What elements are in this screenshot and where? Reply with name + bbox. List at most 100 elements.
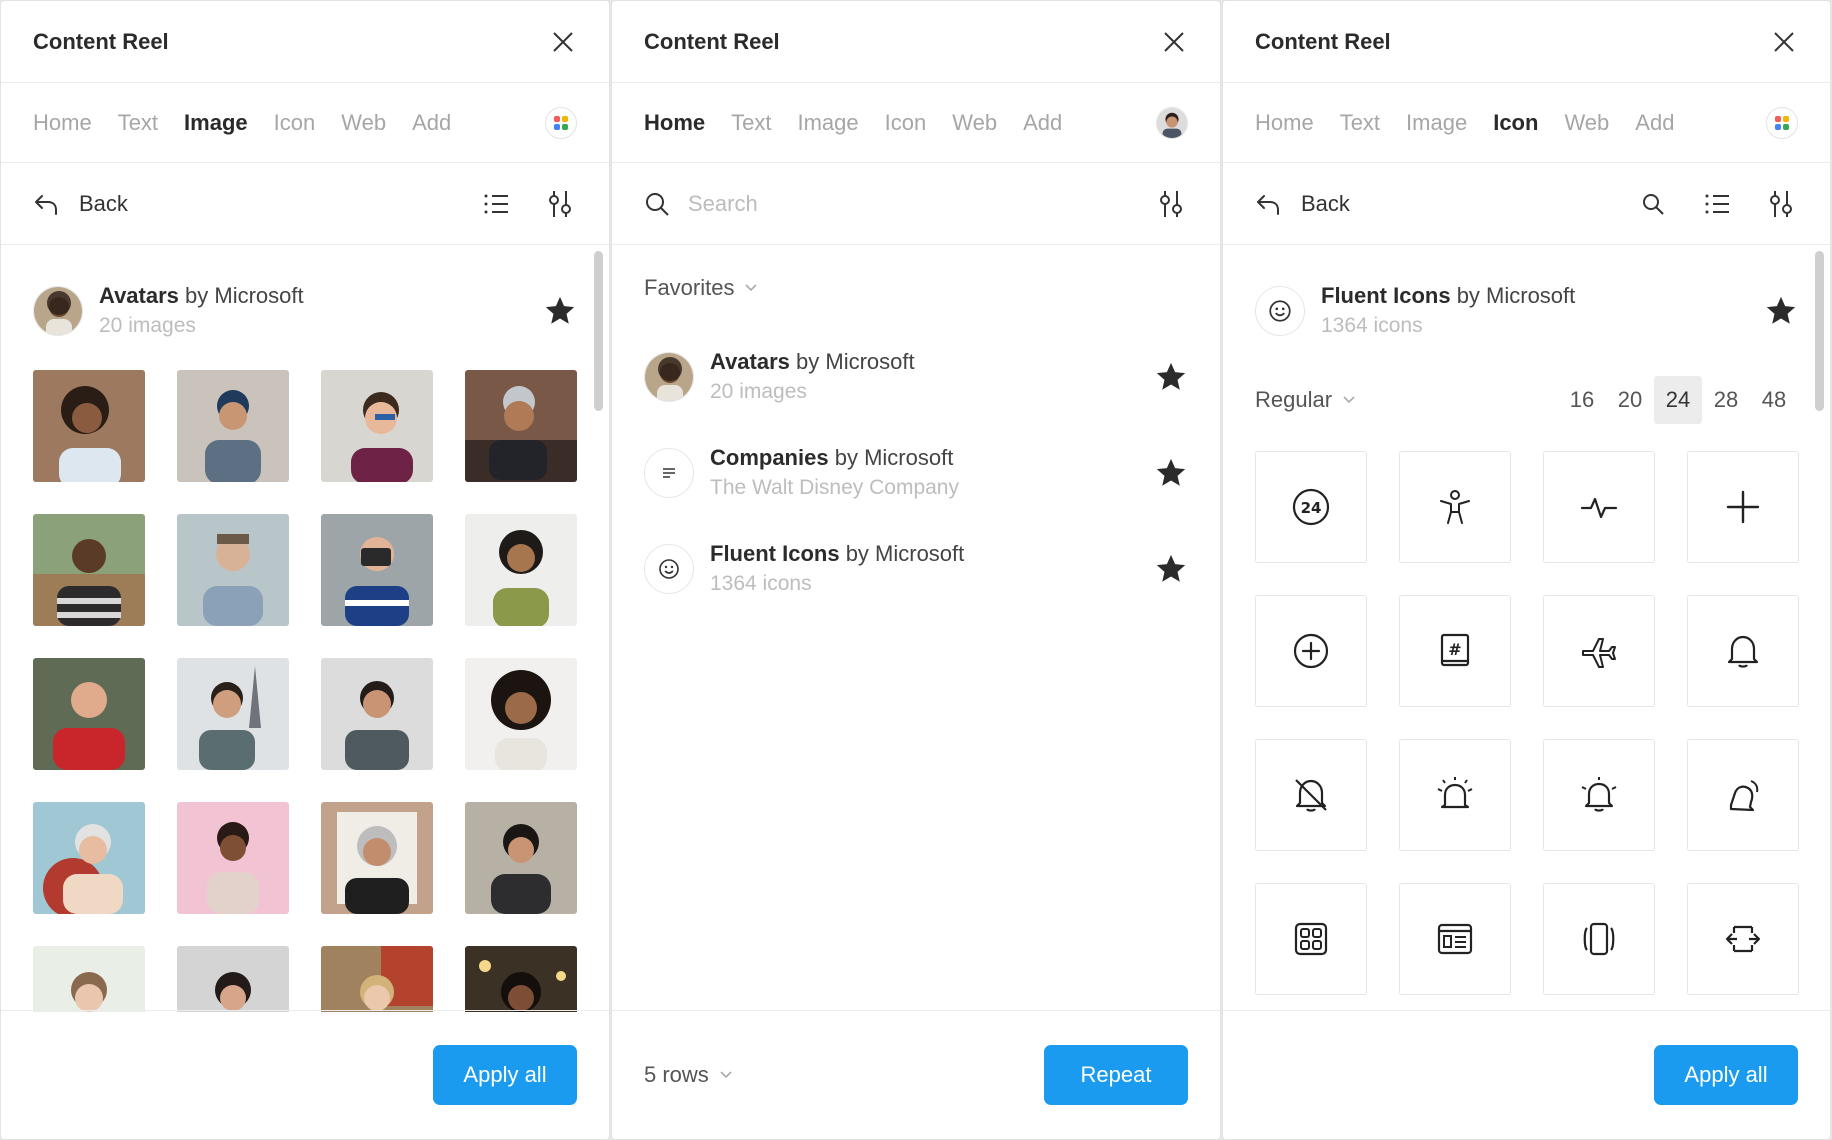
- icon-tile[interactable]: [1399, 451, 1511, 563]
- list-view-icon[interactable]: [1700, 187, 1734, 221]
- image-thumb[interactable]: [33, 946, 145, 1012]
- image-thumb[interactable]: [321, 946, 433, 1012]
- svg-text:24: 24: [1301, 499, 1322, 517]
- tab-web[interactable]: Web: [952, 110, 997, 136]
- favorite-item-companies[interactable]: Companies by Microsoft The Walt Disney C…: [644, 425, 1188, 521]
- tab-web[interactable]: Web: [1564, 110, 1609, 136]
- collection-name: Fluent Icons by Microsoft: [1321, 283, 1576, 308]
- apply-all-button[interactable]: Apply all: [433, 1045, 577, 1105]
- filter-sliders-icon[interactable]: [1764, 187, 1798, 221]
- icon-style-row: Regular 16 20 24 28 48: [1255, 375, 1798, 425]
- favorite-star-icon[interactable]: [1154, 552, 1188, 586]
- icon-style-dropdown[interactable]: Regular: [1255, 387, 1356, 413]
- image-thumb[interactable]: [33, 370, 145, 482]
- image-thumb[interactable]: [33, 514, 145, 626]
- tab-add[interactable]: Add: [1635, 110, 1674, 136]
- size-option-20[interactable]: 20: [1606, 376, 1654, 424]
- image-thumb[interactable]: [177, 802, 289, 914]
- content-reel-screens: Content Reel Home Text Image Icon Web Ad…: [0, 0, 1832, 1140]
- icon-tile[interactable]: [1255, 739, 1367, 851]
- collection-header[interactable]: Fluent Icons by Microsoft 1364 icons: [1255, 281, 1798, 341]
- image-thumb[interactable]: [177, 514, 289, 626]
- image-thumb[interactable]: [177, 946, 289, 1012]
- icon-tile[interactable]: 24: [1255, 451, 1367, 563]
- tab-image[interactable]: Image: [797, 110, 858, 136]
- size-option-16[interactable]: 16: [1558, 376, 1606, 424]
- app-logo-icon[interactable]: [545, 106, 577, 139]
- icon-tile[interactable]: [1399, 883, 1511, 995]
- icon-tile[interactable]: [1399, 739, 1511, 851]
- avatar: [644, 352, 694, 402]
- search-icon[interactable]: [1636, 187, 1670, 221]
- icon-tile[interactable]: [1255, 595, 1367, 707]
- back-button[interactable]: Back: [33, 191, 128, 217]
- image-thumb[interactable]: [465, 514, 577, 626]
- search-input[interactable]: [688, 190, 1068, 217]
- repeat-button[interactable]: Repeat: [1044, 1045, 1188, 1105]
- image-thumb[interactable]: [177, 658, 289, 770]
- close-icon[interactable]: [549, 28, 577, 56]
- image-thumb[interactable]: [465, 658, 577, 770]
- icon-tile[interactable]: #: [1399, 595, 1511, 707]
- image-thumb[interactable]: [33, 802, 145, 914]
- icon-tile[interactable]: [1255, 883, 1367, 995]
- tab-home[interactable]: Home: [1255, 110, 1314, 136]
- favorite-star-icon[interactable]: [1154, 360, 1188, 394]
- image-thumb[interactable]: [177, 370, 289, 482]
- favorite-star-icon[interactable]: [1764, 294, 1798, 328]
- tab-text[interactable]: Text: [1340, 110, 1380, 136]
- icon-tile[interactable]: [1543, 883, 1655, 995]
- icon-tile[interactable]: [1687, 595, 1799, 707]
- icon-tile[interactable]: [1543, 739, 1655, 851]
- image-thumb[interactable]: [465, 946, 577, 1012]
- tab-image[interactable]: Image: [184, 110, 248, 136]
- back-button[interactable]: Back: [1255, 191, 1350, 217]
- image-thumb[interactable]: [465, 370, 577, 482]
- image-thumb[interactable]: [321, 802, 433, 914]
- list-view-icon[interactable]: [479, 187, 513, 221]
- favorite-star-icon[interactable]: [1154, 456, 1188, 490]
- image-thumb[interactable]: [33, 658, 145, 770]
- size-option-24[interactable]: 24: [1654, 376, 1702, 424]
- tab-home[interactable]: Home: [644, 110, 705, 136]
- tab-icon[interactable]: Icon: [274, 110, 316, 136]
- icon-size-selector: 16 20 24 28 48: [1558, 376, 1798, 424]
- size-option-28[interactable]: 28: [1702, 376, 1750, 424]
- icon-tile[interactable]: [1543, 595, 1655, 707]
- image-thumb[interactable]: [321, 658, 433, 770]
- icon-tile[interactable]: [1687, 883, 1799, 995]
- image-thumb[interactable]: [321, 514, 433, 626]
- scrollbar[interactable]: [594, 251, 603, 411]
- favorite-star-icon[interactable]: [543, 294, 577, 328]
- tab-add[interactable]: Add: [412, 110, 451, 136]
- tab-icon[interactable]: Icon: [885, 110, 927, 136]
- favorite-item-avatars[interactable]: Avatars by Microsoft 20 images: [644, 329, 1188, 425]
- icon-tile[interactable]: [1687, 739, 1799, 851]
- filter-sliders-icon[interactable]: [543, 187, 577, 221]
- album-hashtag-icon: #: [1440, 633, 1470, 667]
- icon-tile[interactable]: [1687, 451, 1799, 563]
- app-logo-icon[interactable]: [1766, 106, 1798, 139]
- size-option-48[interactable]: 48: [1750, 376, 1798, 424]
- collection-header[interactable]: Avatars by Microsoft 20 images: [33, 281, 577, 341]
- tab-text[interactable]: Text: [118, 110, 158, 136]
- tab-icon[interactable]: Icon: [1493, 110, 1538, 136]
- close-icon[interactable]: [1770, 28, 1798, 56]
- user-avatar[interactable]: [1156, 106, 1188, 139]
- tab-web[interactable]: Web: [341, 110, 386, 136]
- filter-sliders-icon[interactable]: [1154, 187, 1188, 221]
- close-icon[interactable]: [1160, 28, 1188, 56]
- rows-dropdown[interactable]: 5 rows: [644, 1062, 733, 1088]
- tab-add[interactable]: Add: [1023, 110, 1062, 136]
- tab-text[interactable]: Text: [731, 110, 771, 136]
- image-thumb[interactable]: [465, 802, 577, 914]
- icon-tile[interactable]: [1543, 451, 1655, 563]
- favorites-dropdown[interactable]: Favorites: [644, 275, 758, 301]
- image-thumb[interactable]: [321, 370, 433, 482]
- text-lines-icon: [644, 448, 694, 498]
- favorite-item-fluent-icons[interactable]: Fluent Icons by Microsoft 1364 icons: [644, 521, 1188, 617]
- tab-image[interactable]: Image: [1406, 110, 1467, 136]
- apply-all-button[interactable]: Apply all: [1654, 1045, 1798, 1105]
- scrollbar[interactable]: [1815, 251, 1824, 411]
- tab-home[interactable]: Home: [33, 110, 92, 136]
